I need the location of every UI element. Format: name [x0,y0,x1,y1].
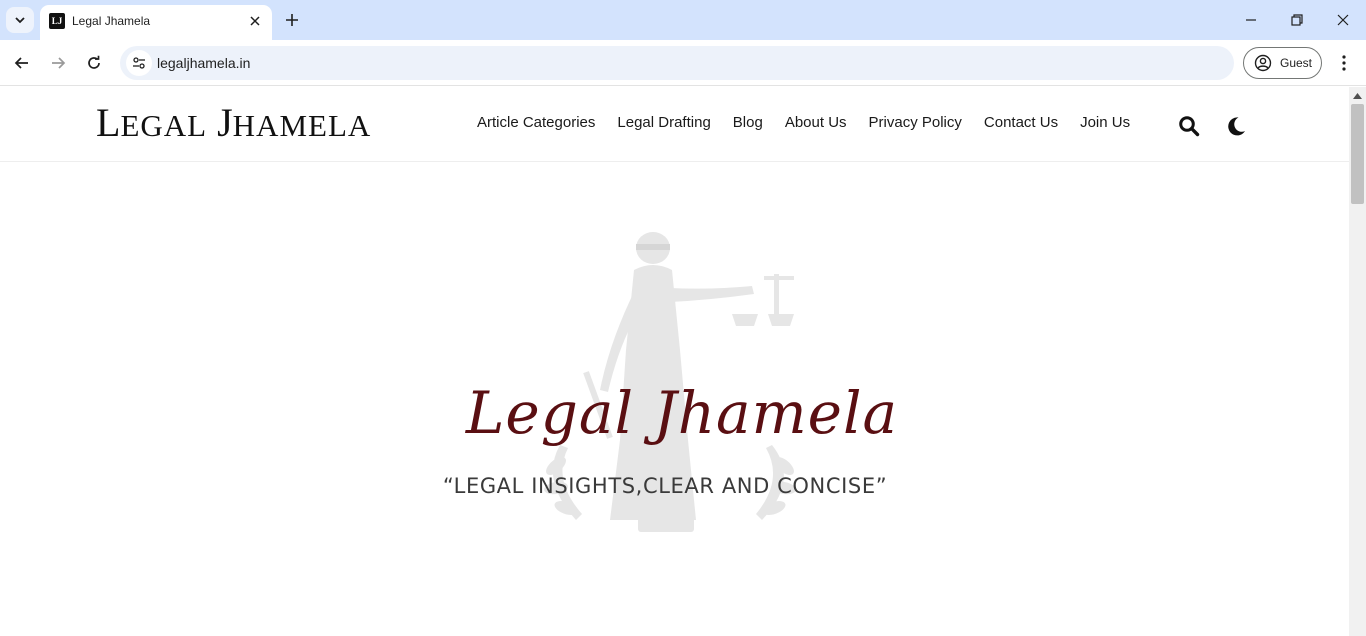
scrollbar-thumb[interactable] [1351,104,1364,204]
tab-close-button[interactable] [246,12,264,30]
nav-article-categories[interactable]: Article Categories [466,114,606,131]
nav-blog[interactable]: Blog [722,114,774,131]
restore-icon [1291,14,1303,26]
close-icon [250,16,260,26]
close-window-button[interactable] [1320,0,1366,40]
logo-letter: J [217,100,233,145]
search-icon[interactable] [1178,115,1200,137]
nav-legal-drafting[interactable]: Legal Drafting [606,114,721,131]
tab-title: Legal Jhamela [72,14,151,28]
new-tab-button[interactable] [281,9,303,31]
minimize-icon [1246,19,1256,21]
arrow-right-icon [52,57,66,69]
page-scrollbar[interactable] [1349,87,1366,636]
profile-label: Guest [1280,56,1313,70]
scroll-up-button[interactable] [1349,87,1366,104]
browser-menu-button[interactable] [1332,49,1356,77]
moon-icon[interactable] [1225,115,1247,137]
hero-tagline: “LEGAL INSIGHTS,CLEAR AND CONCISE” [442,474,888,498]
nav-contact-us[interactable]: Contact Us [973,114,1069,131]
browser-toolbar: legaljhamela.in Guest [0,40,1366,86]
minimize-button[interactable] [1228,0,1274,40]
plus-icon [286,14,298,26]
triangle-up-icon [1353,92,1362,99]
close-icon [1337,14,1349,26]
arrow-left-icon [14,57,28,69]
more-vert-icon [1342,55,1346,71]
logo-text: HAMELA [232,108,372,143]
hero-brand-title: Legal Jhamela [465,379,899,447]
tab-active[interactable]: LJ Legal Jhamela [40,5,272,40]
chevron-down-icon [15,17,25,24]
account-circle-icon [1254,54,1272,72]
logo-text: EGAL [120,108,208,143]
nav-join-us[interactable]: Join Us [1069,114,1141,131]
favicon-icon: LJ [49,13,65,29]
nav-privacy-policy[interactable]: Privacy Policy [858,114,973,131]
browser-tabstrip: LJ Legal Jhamela [0,0,1366,40]
back-button[interactable] [8,49,36,77]
page-viewport: LEGAL JHAMELA Article Categories Legal Dr… [0,87,1366,636]
tab-search-button[interactable] [6,7,34,33]
site-info-button[interactable] [126,50,152,76]
nav-about-us[interactable]: About Us [774,114,858,131]
tune-icon [133,57,145,69]
reload-icon [88,55,100,69]
restore-button[interactable] [1274,0,1320,40]
main-nav: Article Categories Legal Drafting Blog A… [466,114,1141,131]
logo-letter: L [96,100,121,145]
hero-banner: Legal Jhamela “LEGAL INSIGHTS,CLEAR AND … [0,162,1349,636]
forward-button[interactable] [44,49,72,77]
address-bar[interactable]: legaljhamela.in [120,46,1234,80]
url-text[interactable]: legaljhamela.in [157,55,250,71]
site-logo[interactable]: LEGAL JHAMELA [96,99,371,146]
reload-button[interactable] [80,49,108,77]
profile-button[interactable]: Guest [1243,47,1322,79]
site-header: LEGAL JHAMELA Article Categories Legal Dr… [0,87,1349,162]
